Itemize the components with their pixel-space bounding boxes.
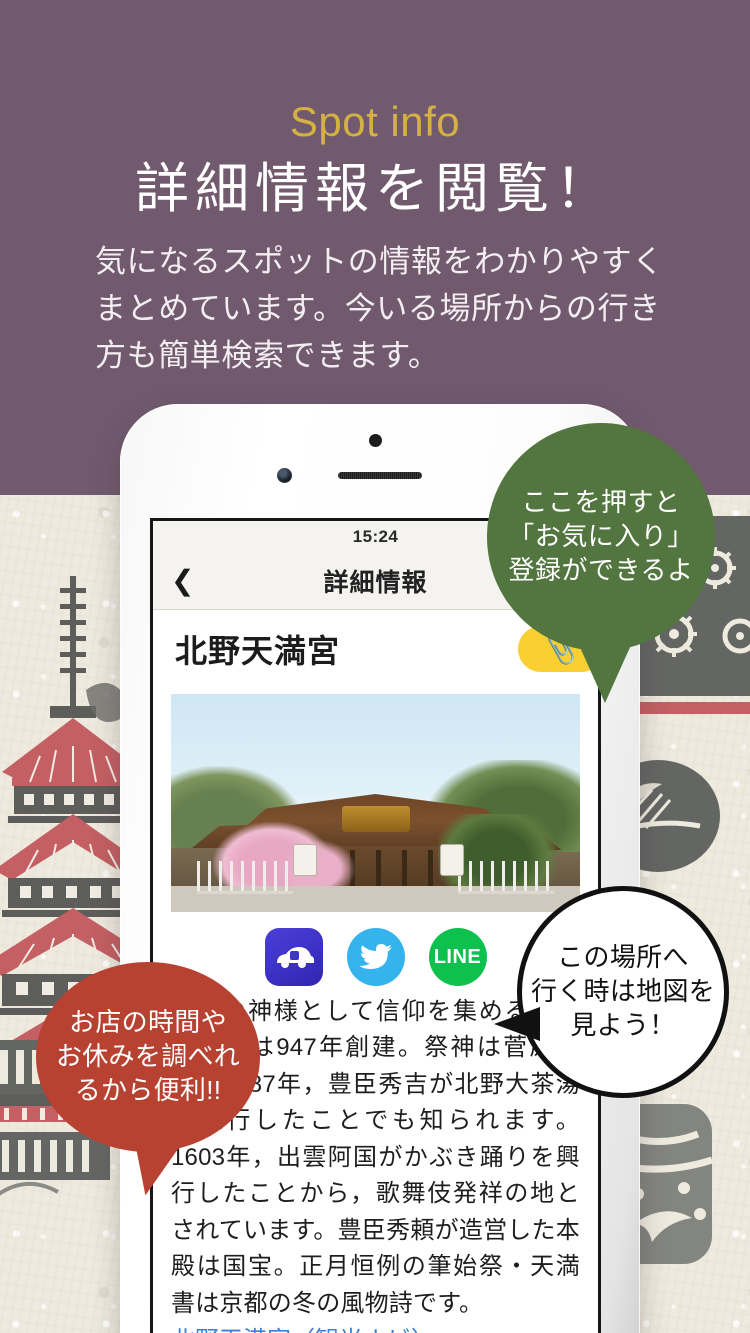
phone-screen: 15:24 ❮ 詳細情報 北野天満宮 📎 LINE 学問の神様として信仰を集める…: [150, 518, 601, 1333]
callout-hours-text: お店の時間や お休みを調べれ るから便利!!: [56, 1006, 240, 1107]
callout-map-line2: 行く時は地図を: [530, 976, 716, 1007]
callout-map-text: この場所へ 行く時は地図を 見よう！: [531, 941, 715, 1042]
hero-eyebrow: Spot info: [289, 98, 461, 145]
twitter-icon[interactable]: [346, 928, 405, 986]
callout-map-line1: この場所へ: [557, 942, 689, 973]
photo-fence-right: [458, 861, 554, 894]
callout-favorite-line1: ここを押すと: [521, 487, 681, 518]
spot-links: 北野天満宮（観光ナビ） English: [171, 1324, 580, 1333]
callout-favorite-line3: 登録ができるよ: [508, 554, 694, 585]
page-root: 15:24 ❮ 詳細情報 北野天満宮 📎 LINE 学問の神様として信仰を集める…: [0, 0, 750, 1333]
callout-favorite: ここを押すと 「お気に入り」 登録ができるよ: [487, 423, 715, 703]
hero-title: 詳細情報を閲覧！: [135, 159, 615, 219]
front-camera-icon: [277, 468, 292, 483]
car-glyph: [276, 947, 314, 968]
navi-app-icon[interactable]: [264, 928, 323, 986]
photo-lantern-right: [440, 844, 464, 876]
line-label: LINE: [433, 945, 482, 968]
link-tourism-navi[interactable]: 北野天満宮（観光ナビ）: [171, 1324, 580, 1333]
hero-lead: 気になるスポットの情報をわかりやすくまとめています。今いる場所からの行き方も簡単…: [95, 244, 664, 374]
photo-lantern-left: [293, 844, 317, 876]
callout-hours: お店の時間や お休みを調べれ るから便利!!: [36, 962, 260, 1201]
proximity-sensor-icon: [369, 434, 382, 447]
callout-hours-line2: お休みを調べれ: [55, 1041, 241, 1072]
earpiece-speaker: [338, 472, 422, 479]
back-button[interactable]: ❮: [171, 567, 194, 595]
line-icon[interactable]: LINE: [428, 928, 487, 986]
callout-map: この場所へ 行く時は地図を 見よう！: [494, 886, 729, 1098]
photo-gold-ornament: [341, 806, 410, 832]
spot-photo[interactable]: [171, 694, 580, 912]
twitter-bird-glyph: [358, 944, 392, 969]
callout-favorite-line2: 「お気に入り」: [508, 521, 694, 552]
callout-map-tail: [494, 1007, 540, 1041]
callout-map-line3: 見よう！: [570, 1009, 676, 1040]
callout-favorite-tail: [579, 645, 631, 703]
callout-hours-line1: お店の時間や: [69, 1007, 227, 1038]
callout-hours-line3: るから便利!!: [74, 1074, 222, 1105]
status-time: 15:24: [352, 527, 399, 546]
spot-name: 北野天満宮: [175, 633, 341, 669]
callout-favorite-text: ここを押すと 「お気に入り」 登録ができるよ: [508, 486, 694, 587]
photo-fence-left: [197, 861, 293, 894]
